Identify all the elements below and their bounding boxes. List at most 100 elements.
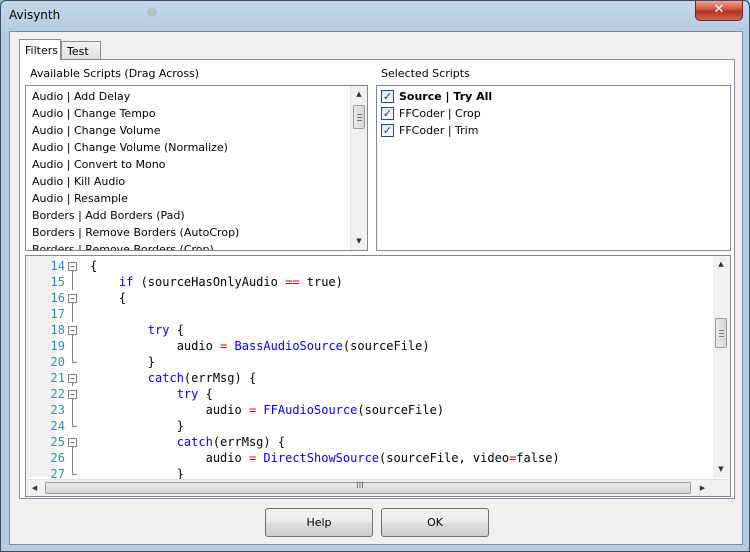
code-line[interactable]: 14− { [26, 258, 712, 274]
scroll-left-arrow-icon[interactable]: ◀ [26, 480, 43, 496]
scroll-up-arrow-icon[interactable]: ▲ [713, 256, 729, 273]
code-line[interactable]: 17 [26, 306, 712, 322]
selected-script-label: FFCoder | Crop [399, 107, 481, 120]
code-line[interactable]: 16− { [26, 290, 712, 306]
script-code-editor[interactable]: 14−{15 if (sourceHasOnlyAudio == true) 16… [25, 255, 731, 497]
fold-guide-line [72, 418, 73, 426]
fold-guide-line [72, 402, 73, 418]
line-number: 24 [50, 419, 65, 433]
line-number: 26 [50, 451, 65, 465]
code-line[interactable]: 25− catch(errMsg) { [26, 434, 712, 450]
tab-filters[interactable]: Filters [19, 39, 61, 60]
fold-guide-line [72, 466, 73, 474]
scroll-thumb[interactable] [353, 105, 365, 129]
selected-scripts-label: Selected Scripts [381, 67, 470, 80]
fold-toggle-icon[interactable]: − [68, 294, 77, 303]
scroll-thumb[interactable]: III [45, 481, 691, 494]
available-list-scrollbar[interactable]: ▲ ▼ [350, 86, 367, 250]
line-number: 18 [50, 323, 65, 337]
code-line[interactable]: 15 if (sourceHasOnlyAudio == true) [26, 274, 712, 290]
scroll-right-arrow-icon[interactable]: ▶ [694, 480, 711, 496]
checkbox-checked[interactable]: ✓ [381, 124, 394, 137]
list-item[interactable]: Borders | Remove Borders (AutoCrop) [32, 224, 239, 241]
fold-toggle-icon[interactable]: − [68, 438, 77, 447]
fold-end-tick [72, 474, 77, 475]
line-number: 19 [50, 339, 65, 353]
available-scripts-label: Available Scripts (Drag Across) [30, 67, 200, 80]
code-line[interactable]: 20 } [26, 354, 712, 370]
fold-toggle-icon[interactable]: − [68, 390, 77, 399]
fold-guide-line [72, 338, 73, 354]
scroll-down-arrow-icon[interactable]: ▼ [713, 461, 729, 478]
fold-toggle-icon[interactable]: − [68, 374, 77, 383]
line-number: 22 [50, 387, 65, 401]
code-text: audio = FFAudioSource(sourceFile) [90, 403, 445, 417]
fold-toggle-icon[interactable]: − [68, 326, 77, 335]
tab-test[interactable]: Test [61, 41, 101, 60]
fold-guide-line [72, 354, 73, 362]
editor-vertical-scrollbar[interactable]: ▲ ▼ [713, 256, 730, 478]
app-icon [147, 7, 157, 17]
list-item[interactable]: Audio | Add Delay [32, 88, 130, 105]
code-text: if (sourceHasOnlyAudio == true) [118, 275, 343, 289]
line-number: 15 [50, 275, 65, 289]
code-text: try { [147, 323, 184, 337]
list-item[interactable]: Audio | Resample [32, 190, 128, 207]
available-scripts-list[interactable]: Audio | Add Delay Audio | Change Tempo A… [25, 85, 368, 251]
list-item[interactable]: Borders | Add Borders (Pad) [32, 207, 185, 224]
grip-line [357, 120, 362, 121]
scroll-thumb[interactable] [715, 318, 727, 348]
code-line[interactable]: 19 audio = BassAudioSource(sourceFile) [26, 338, 712, 354]
code-text: { [90, 259, 98, 273]
code-text: { [90, 291, 127, 305]
list-item[interactable]: Audio | Change Volume [32, 122, 161, 139]
selected-script-label: Source | Try All [399, 90, 493, 103]
title-bar[interactable]: Avisynth ✕ [1, 1, 749, 31]
grip-line [719, 336, 724, 337]
checkbox-checked[interactable]: ✓ [381, 90, 394, 103]
thumb-grip: III [356, 481, 364, 491]
fold-end-tick [72, 362, 77, 363]
checkbox-checked[interactable]: ✓ [381, 107, 394, 120]
code-line[interactable]: 26 audio = DirectShowSource(sourceFile, … [26, 450, 712, 466]
ok-button[interactable]: OK [381, 508, 489, 537]
line-number: 23 [50, 403, 65, 417]
line-number: 20 [50, 355, 65, 369]
fold-guide-line [72, 450, 73, 466]
filters-tab-panel: Available Scripts (Drag Across) Selected… [19, 59, 735, 499]
code-line[interactable]: 22− try { [26, 386, 712, 402]
selected-script-label: FFCoder | Trim [399, 124, 479, 137]
code-text: try { [176, 387, 213, 401]
code-text: } [90, 419, 184, 433]
code-line[interactable]: 23 audio = FFAudioSource(sourceFile) [26, 402, 712, 418]
grip-line [357, 117, 362, 118]
list-item[interactable]: Audio | Convert to Mono [32, 156, 165, 173]
scroll-up-arrow-icon[interactable]: ▲ [351, 86, 367, 103]
code-line[interactable]: 24 } [26, 418, 712, 434]
code-text: } [90, 355, 156, 369]
code-line[interactable]: 21− catch(errMsg) { [26, 370, 712, 386]
fold-toggle-icon[interactable]: − [68, 262, 77, 271]
grip-line [719, 333, 724, 334]
code-text: audio = DirectShowSource(sourceFile, vid… [90, 451, 560, 465]
list-item[interactable]: Audio | Change Tempo [32, 105, 156, 122]
close-icon: ✕ [713, 2, 725, 17]
fold-guide-line [72, 274, 73, 290]
list-item[interactable]: Borders | Remove Borders (Crop) [32, 241, 214, 250]
code-text: catch(errMsg) { [147, 371, 257, 385]
selected-scripts-list[interactable]: ✓ Source | Try All ✓ FFCoder | Crop ✓ FF… [376, 85, 731, 251]
code-line[interactable]: 18− try { [26, 322, 712, 338]
line-number: 16 [50, 291, 65, 305]
line-number: 17 [50, 307, 65, 321]
line-number: 14 [50, 259, 65, 273]
close-button[interactable]: ✕ [695, 1, 743, 21]
grip-line [719, 330, 724, 331]
line-number: 21 [50, 371, 65, 385]
help-button[interactable]: Help [265, 508, 373, 537]
list-item[interactable]: Audio | Kill Audio [32, 173, 125, 190]
list-item[interactable]: Audio | Change Volume (Normalize) [32, 139, 228, 156]
fold-end-tick [72, 426, 77, 427]
editor-horizontal-scrollbar[interactable]: ◀ III ▶ [26, 479, 730, 496]
scroll-down-arrow-icon[interactable]: ▼ [351, 233, 367, 250]
dialog-window: Avisynth ✕ Filters Test Available Script… [0, 0, 750, 552]
